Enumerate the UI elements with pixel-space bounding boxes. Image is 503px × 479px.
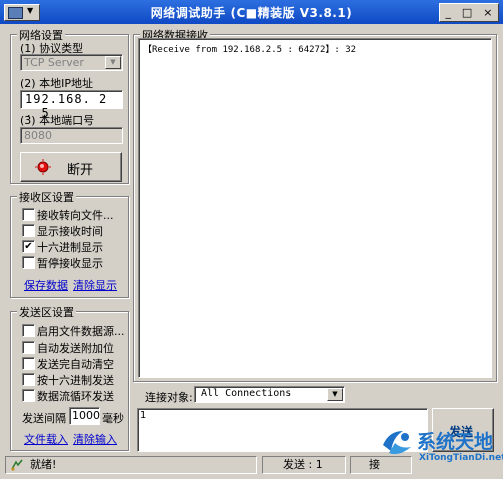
window-controls: _ □ × bbox=[439, 3, 499, 22]
chevron-down-icon[interactable]: ▼ bbox=[327, 388, 343, 401]
watermark-url: XiTongTianDi.net bbox=[419, 453, 503, 463]
file-source-label: 启用文件数据源... bbox=[37, 325, 125, 338]
hex-display-checkbox[interactable]: ✔ bbox=[22, 240, 35, 253]
pause-receive-checkbox[interactable] bbox=[22, 256, 35, 269]
status-cell: 就绪! bbox=[5, 456, 257, 474]
receive-textarea[interactable]: 【Receive from 192.168.2.5 : 64272】: 32 bbox=[138, 38, 492, 378]
receive-settings-title: 接收区设置 bbox=[17, 189, 76, 205]
clear-display-link[interactable]: 清除显示 bbox=[73, 277, 117, 293]
port-field[interactable]: 8080 bbox=[20, 127, 123, 144]
minimize-button[interactable]: _ bbox=[445, 6, 451, 19]
window-title: 网络调试助手 (C■精装版 V3.8.1) bbox=[150, 6, 353, 20]
hex-send-label: 按十六进制发送 bbox=[37, 374, 114, 387]
checkmark-icon: ✔ bbox=[24, 241, 33, 252]
auto-clear-checkbox[interactable] bbox=[22, 357, 35, 370]
loop-send-checkbox[interactable] bbox=[22, 389, 35, 402]
clear-input-link[interactable]: 清除输入 bbox=[73, 431, 117, 447]
port-value: 8080 bbox=[24, 129, 52, 142]
status-icon bbox=[11, 459, 23, 471]
disconnect-button[interactable]: 断开 bbox=[20, 152, 122, 182]
send-settings-title: 发送区设置 bbox=[17, 304, 76, 320]
close-button[interactable]: × bbox=[483, 6, 492, 19]
main-window: ▼ 网络调试助手 (C■精装版 V3.8.1) _ □ × 网络设置 (1) 协… bbox=[0, 0, 503, 479]
ip-label: (2) 本地IP地址 bbox=[20, 77, 93, 90]
hex-send-checkbox[interactable] bbox=[22, 373, 35, 386]
ip-address-field[interactable]: 192.168. 2 . 5 bbox=[20, 90, 123, 120]
protocol-value: TCP Server bbox=[24, 56, 84, 69]
disconnect-label: 断开 bbox=[67, 163, 94, 178]
send-count: 发送 : 1 bbox=[283, 458, 323, 471]
watermark-logo-icon bbox=[383, 431, 411, 455]
protocol-select[interactable]: TCP Server ▼ bbox=[20, 54, 123, 71]
connection-target-value: All Connections bbox=[201, 388, 292, 399]
received-data-line: 【Receive from 192.168.2.5 : 64272】: 32 bbox=[143, 45, 357, 55]
send-content: 1 bbox=[140, 410, 147, 421]
send-count-cell: 发送 : 1 bbox=[262, 456, 346, 474]
status-text: 就绪! bbox=[30, 458, 57, 471]
maximize-button[interactable]: □ bbox=[462, 6, 472, 19]
connection-target-select[interactable]: All Connections ▼ bbox=[194, 386, 345, 403]
send-interval-unit: 毫秒 bbox=[102, 412, 124, 425]
loop-send-label: 数据流循环发送 bbox=[37, 390, 114, 403]
connection-target-label: 连接对象: bbox=[145, 391, 193, 404]
show-receive-time-checkbox[interactable] bbox=[22, 224, 35, 237]
receive-to-file-checkbox[interactable] bbox=[22, 208, 35, 221]
watermark: 系统天地 XiTongTianDi.net bbox=[375, 419, 503, 479]
red-light-icon bbox=[35, 159, 51, 175]
save-data-link[interactable]: 保存数据 bbox=[24, 277, 68, 293]
load-file-link[interactable]: 文件载入 bbox=[24, 431, 68, 447]
auto-append-label: 自动发送附加位 bbox=[37, 342, 114, 355]
watermark-brand: 系统天地 bbox=[417, 431, 494, 453]
port-label: (3) 本地端口号 bbox=[20, 114, 95, 127]
receive-to-file-label: 接收转向文件... bbox=[37, 209, 114, 222]
auto-clear-label: 发送完自动清空 bbox=[37, 358, 114, 371]
send-interval-field[interactable]: 1000 bbox=[69, 407, 100, 425]
send-interval-value: 1000 bbox=[72, 409, 100, 422]
hex-display-label: 十六进制显示 bbox=[37, 241, 103, 254]
pause-receive-label: 暂停接收显示 bbox=[37, 257, 103, 270]
send-interval-label: 发送间隔 bbox=[22, 412, 66, 425]
show-receive-time-label: 显示接收时间 bbox=[37, 225, 103, 238]
auto-append-checkbox[interactable] bbox=[22, 341, 35, 354]
file-source-checkbox[interactable] bbox=[22, 324, 35, 337]
chevron-down-icon[interactable]: ▼ bbox=[105, 56, 121, 69]
title-bar[interactable]: ▼ 网络调试助手 (C■精装版 V3.8.1) _ □ × bbox=[0, 0, 503, 24]
